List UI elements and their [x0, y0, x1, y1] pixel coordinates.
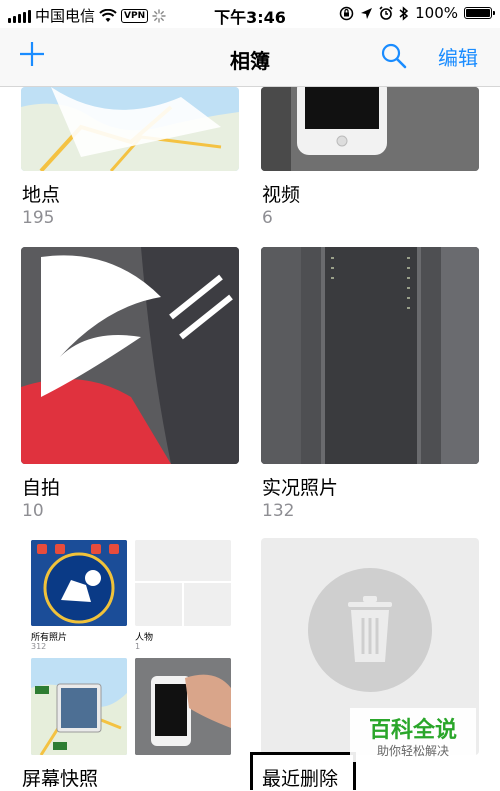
- album-thumb-screenshots[interactable]: 所有照片 312 人物 1: [21, 538, 239, 755]
- watermark-subtitle: 助你轻松解决: [376, 744, 449, 758]
- album-title: 视频: [262, 184, 301, 206]
- album-thumb-selfies[interactable]: [21, 247, 239, 464]
- mini-thumb-people: [135, 540, 231, 626]
- edit-button[interactable]: 编辑: [438, 42, 478, 71]
- album-count: 132: [262, 501, 295, 521]
- battery-icon: [464, 7, 495, 19]
- watermark-title: 百科全说: [368, 718, 457, 743]
- album-thumb-places[interactable]: [21, 87, 239, 171]
- search-icon: [381, 43, 407, 69]
- alarm-icon: [379, 6, 393, 20]
- album-title: 地点: [22, 184, 61, 206]
- watermark: 百科全说 助你轻松解决: [350, 708, 476, 762]
- album-thumb-videos[interactable]: [261, 87, 479, 171]
- album-count: 195: [22, 208, 55, 228]
- battery-percent: 100%: [415, 4, 458, 22]
- album-title: 实况照片: [262, 477, 339, 499]
- mini-thumb-phone: [135, 658, 231, 755]
- orientation-lock-icon: [339, 6, 354, 20]
- page-title: 相簿: [230, 49, 270, 73]
- album-count: 6: [262, 208, 273, 228]
- location-icon: [361, 7, 373, 19]
- album-count: 10: [22, 501, 44, 521]
- nav-bar: 相簿 编辑: [0, 28, 500, 87]
- mini-count: 312: [31, 642, 47, 651]
- album-title: 屏幕快照: [22, 768, 99, 790]
- album-thumb-live-photos[interactable]: [261, 247, 479, 464]
- album-title: 最近删除: [262, 768, 339, 790]
- mini-thumb-map: [31, 658, 127, 755]
- album-title: 自拍: [22, 477, 61, 499]
- mini-count: 1: [135, 642, 141, 651]
- mini-thumb-all-photos: [31, 540, 127, 626]
- bluetooth-icon: [399, 5, 409, 21]
- search-button[interactable]: [380, 42, 408, 70]
- status-bar: 中国电信 VPN 下午3:46 100%: [0, 0, 500, 28]
